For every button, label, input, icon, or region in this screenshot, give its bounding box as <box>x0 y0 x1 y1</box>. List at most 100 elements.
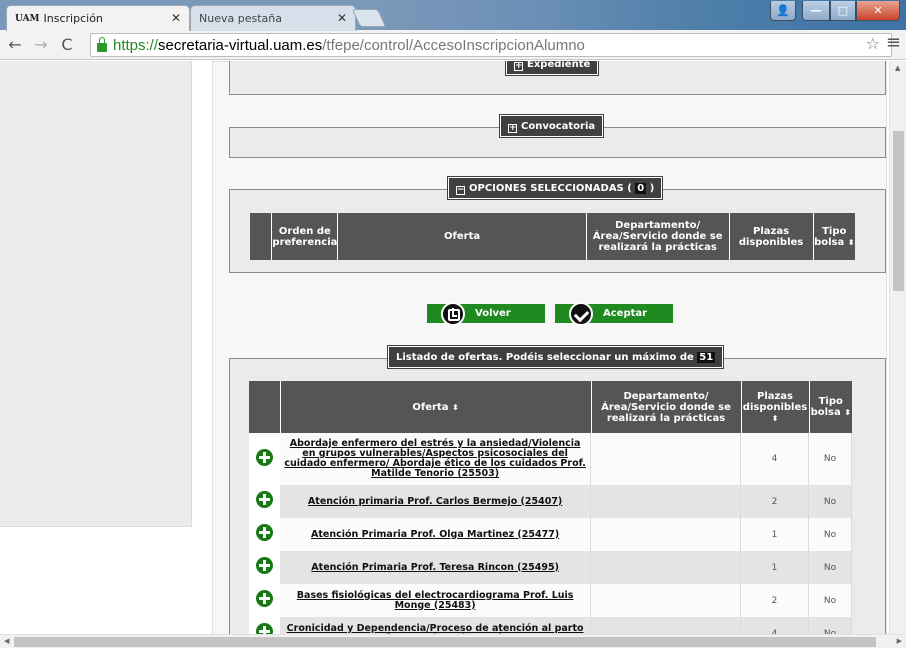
minus-square-icon: − <box>456 185 465 195</box>
ofertas-table: Abordaje enfermero del estrés y la ansie… <box>249 433 852 634</box>
plus-circle-icon[interactable] <box>255 448 273 466</box>
oferta-link[interactable]: Cronicidad y Dependencia/Proceso de aten… <box>279 617 592 634</box>
max-selection-count: 51 <box>697 352 716 363</box>
tipo-bolsa-cell: No <box>808 433 852 485</box>
aceptar-button[interactable]: Aceptar <box>555 301 673 326</box>
tipo-bolsa-label: Tipo bolsa <box>814 225 847 248</box>
url-scheme: https:// <box>113 36 159 54</box>
selected-options-table: Orden de preferencia Oferta Departamento… <box>250 213 855 260</box>
convocatoria-legend[interactable]: + Convocatoria <box>500 115 604 137</box>
oferta-header[interactable]: Oferta <box>337 213 587 260</box>
uam-favicon-icon: UAM <box>15 13 40 24</box>
plus-square-icon: + <box>514 61 523 71</box>
tipo-bolsa-cell: No <box>808 551 852 584</box>
tab-title: Nueva pestaña <box>199 12 282 25</box>
listado-legend: Listado de ofertas. Podéis seleccionar u… <box>388 346 724 368</box>
url-host: secretaria-virtual.uam.es <box>158 36 323 54</box>
reload-icon[interactable]: C <box>56 35 78 54</box>
tab-nueva-pestana[interactable]: Nueva pestaña ✕ <box>190 5 356 31</box>
add-oferta-cell[interactable] <box>249 433 280 485</box>
expediente-legend[interactable]: + Expediente <box>506 61 599 75</box>
tab-close-icon[interactable]: ✕ <box>337 11 347 25</box>
seleccionadas-suffix: ) <box>649 183 655 194</box>
add-oferta-cell[interactable] <box>249 551 280 584</box>
listado-label: Listado de ofertas. Podéis seleccionar u… <box>396 352 694 363</box>
plazas-header: Plazas disponibles <box>729 213 814 260</box>
departamento-cell <box>590 485 742 518</box>
sort-icon[interactable]: ⬍ <box>452 403 459 412</box>
plus-circle-icon[interactable] <box>255 623 273 634</box>
user-icon[interactable]: 👤 <box>770 1 796 21</box>
table-row: Atención Primaria Prof. Olga Martinez (2… <box>249 518 852 551</box>
horizontal-scrollbar[interactable]: ◀ ▶ <box>0 634 906 648</box>
seleccionadas-legend[interactable]: − OPCIONES SELECCIONADAS ( 0 ) <box>448 177 663 199</box>
orden-header[interactable]: Orden de preferencia <box>271 213 339 260</box>
oferta-header[interactable]: Oferta ⬍ <box>280 381 592 433</box>
maximize-button[interactable]: □ <box>830 1 856 21</box>
menu-icon[interactable]: ≡ <box>886 32 901 53</box>
expediente-label: Expediente <box>527 61 591 70</box>
departamento-cell <box>590 551 742 584</box>
volver-label: Volver <box>475 308 511 319</box>
departamento-cell <box>590 433 742 485</box>
plus-square-icon: + <box>508 123 517 133</box>
vertical-scroll-thumb[interactable] <box>893 131 904 291</box>
oferta-link[interactable]: Atención Primaria Prof. Teresa Rincon (2… <box>279 551 592 584</box>
add-oferta-cell[interactable] <box>249 518 280 551</box>
url-path: /tfepe/control/AccesoInscripcionAlumno <box>322 36 585 54</box>
scroll-left-icon[interactable]: ◀ <box>4 637 9 645</box>
oferta-link[interactable]: Atención primaria Prof. Carlos Bermejo (… <box>279 485 592 518</box>
plazas-cell: 1 <box>740 518 809 551</box>
back-arrow-icon[interactable]: ← <box>4 35 26 54</box>
table-row: Abordaje enfermero del estrés y la ansie… <box>249 433 852 485</box>
seleccionadas-label: OPCIONES SELECCIONADAS ( <box>469 183 632 194</box>
oferta-link[interactable]: Atención Primaria Prof. Olga Martinez (2… <box>279 518 592 551</box>
departamento-header: Departamento/ Área/Servicio donde se rea… <box>591 381 742 433</box>
tab-inscripcion[interactable]: UAM Inscripción ✕ <box>6 5 190 31</box>
oferta-link[interactable]: Abordaje enfermero del estrés y la ansie… <box>279 433 592 485</box>
table-row: Bases fisiológicas del electrocardiogram… <box>249 584 852 617</box>
scroll-right-icon[interactable]: ▶ <box>897 637 902 645</box>
add-oferta-cell[interactable] <box>249 485 280 518</box>
tipo-bolsa-label: Tipo bolsa <box>810 396 843 418</box>
address-bar[interactable]: https://secretaria-virtual.uam.es/tfepe/… <box>90 33 892 57</box>
ofertas-table-header: Oferta ⬍ Departamento/ Área/Servicio don… <box>249 381 852 433</box>
tipo-bolsa-header[interactable]: Tipo bolsa ⬍ <box>813 213 855 260</box>
departamento-header: Departamento/ Área/Servicio donde se rea… <box>586 213 730 260</box>
plus-circle-icon[interactable] <box>255 524 273 541</box>
add-oferta-cell[interactable] <box>249 617 280 634</box>
oferta-link[interactable]: Bases fisiológicas del electrocardiogram… <box>279 584 592 617</box>
scroll-up-icon[interactable]: ▲ <box>895 64 900 72</box>
left-sidebar <box>0 61 192 527</box>
departamento-cell <box>590 584 742 617</box>
sort-icon[interactable]: ⬍ <box>848 238 855 247</box>
vertical-scrollbar[interactable]: ▲ <box>889 61 906 634</box>
forward-arrow-icon[interactable]: → <box>30 35 52 54</box>
tipo-bolsa-cell: No <box>808 485 852 518</box>
oferta-label: Oferta <box>412 401 449 413</box>
tipo-bolsa-header[interactable]: Tipo bolsa ⬍ <box>809 381 852 433</box>
plus-circle-icon[interactable] <box>255 590 273 607</box>
plazas-cell: 2 <box>740 485 809 518</box>
minimize-button[interactable]: — <box>802 1 830 21</box>
plus-circle-icon[interactable] <box>255 491 273 508</box>
selected-count: 0 <box>635 183 647 194</box>
plus-circle-icon[interactable] <box>255 557 273 574</box>
bookmark-star-icon[interactable]: ☆ <box>866 34 880 53</box>
plazas-header[interactable]: Plazas disponibles ⬍ <box>741 381 810 433</box>
sort-icon[interactable]: ⬍ <box>844 408 851 417</box>
seleccionadas-panel: − OPCIONES SELECCIONADAS ( 0 ) Orden de p… <box>229 177 886 273</box>
close-window-button[interactable]: ✕ <box>856 1 900 21</box>
tab-close-icon[interactable]: ✕ <box>171 11 181 25</box>
table-row: Cronicidad y Dependencia/Proceso de aten… <box>249 617 852 634</box>
expediente-panel: + Expediente <box>229 61 886 95</box>
tipo-bolsa-cell: No <box>808 617 852 634</box>
volver-button[interactable]: Volver <box>427 301 545 326</box>
sort-icon[interactable]: ⬍ <box>772 414 779 423</box>
departamento-cell <box>590 518 742 551</box>
plazas-cell: 4 <box>740 617 809 634</box>
add-oferta-cell[interactable] <box>249 584 280 617</box>
browser-toolbar: ← → C https://secretaria-virtual.uam.es /… <box>0 30 906 60</box>
horizontal-scroll-thumb[interactable] <box>14 637 876 647</box>
plazas-cell: 1 <box>740 551 809 584</box>
